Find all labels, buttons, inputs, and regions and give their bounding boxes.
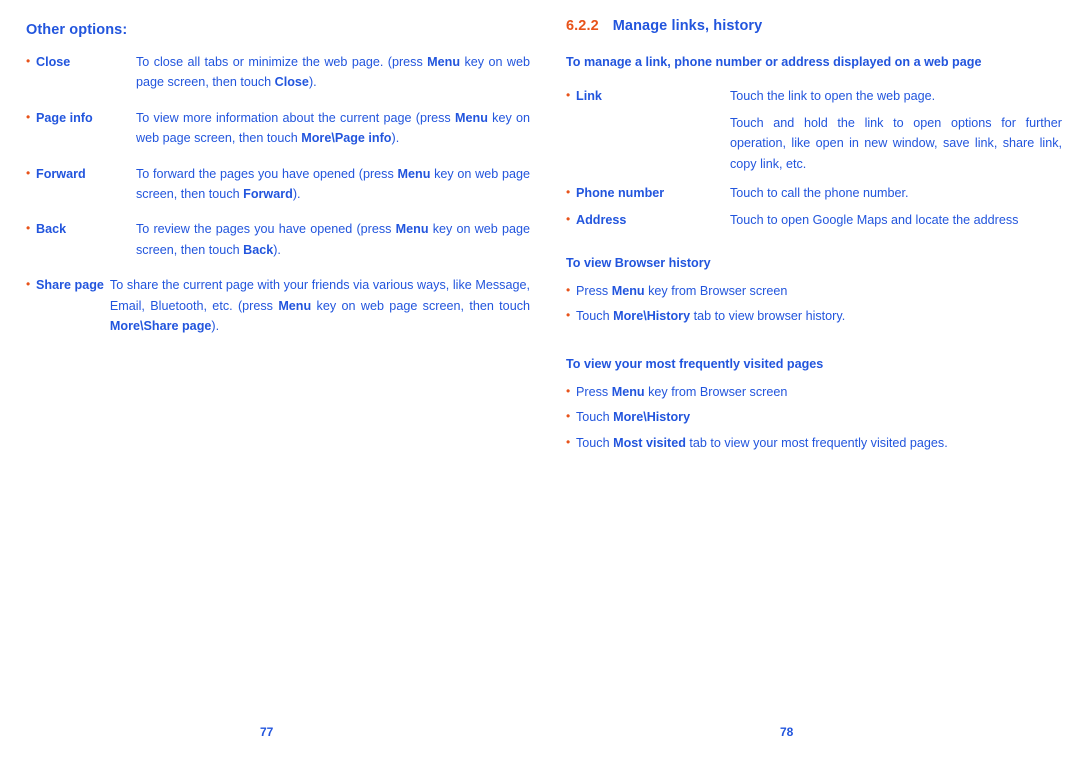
option-row-back: • Back To review the pages you have open… [26,219,530,260]
section-heading: 6.2.2 Manage links, history [566,18,1062,34]
page-number-right: 78 [780,725,794,739]
option-term-forward: Forward [36,166,86,181]
option-row-share-page: • Share page To share the current page w… [26,275,530,336]
frequent-step-text: Touch Most visited tab to view your most… [576,435,948,450]
history-step-text: Touch More\History tab to view browser h… [576,309,846,324]
option-term-back: Back [36,222,67,237]
option-definition-close: To close all tabs or minimize the web pa… [136,55,530,90]
manage-term-phone-number: Phone number [576,185,665,200]
frequent-step-text: Touch More\History [576,410,691,425]
page-left: Other options: • Close To close all tabs… [0,0,540,767]
bullet-icon: • [26,221,31,236]
manage-row-link: • Link Touch the link to open the web pa… [566,86,1062,106]
history-step-text: Press Menu key from Browser screen [576,283,788,298]
other-options-list: • Close To close all tabs or minimize th… [26,52,530,336]
bullet-icon: • [566,184,571,199]
manage-definition-address: Touch to open Google Maps and locate the… [730,213,1019,228]
bullet-icon: • [26,165,31,180]
browser-history-heading: To view Browser history [566,255,711,270]
history-step: • Press Menu key from Browser screen [566,281,1062,301]
page-right: 6.2.2 Manage links, history To manage a l… [540,0,1080,767]
frequent-step-text: Press Menu key from Browser screen [576,384,788,399]
option-definition-page-info: To view more information about the curre… [136,110,531,146]
bullet-icon: • [566,308,571,323]
option-definition-back: To review the pages you have opened (pre… [136,222,530,257]
bullet-icon: • [26,54,31,68]
page-number-left: 77 [260,725,274,739]
manage-row-link-continuation: Touch and hold the link to open options … [566,113,1062,174]
manual-two-page-spread: Other options: • Close To close all tabs… [0,0,1080,767]
other-options-heading: Other options: [26,22,128,38]
option-term-share-page: Share page [36,278,104,293]
frequently-visited-heading: To view your most frequently visited pag… [566,356,824,371]
bullet-icon: • [566,88,571,103]
bullet-icon: • [566,383,571,398]
manage-definition-link: Touch the link to open the web page. [730,89,936,104]
bullet-icon: • [566,434,571,449]
frequent-step: • Press Menu key from Browser screen [566,382,1062,402]
bullet-icon: • [26,109,31,124]
section-title: Manage links, history [612,18,763,34]
option-term-page-info: Page info [36,110,93,125]
manage-definition-link-extra: Touch and hold the link to open options … [730,115,1062,171]
manage-definition-phone-number: Touch to call the phone number. [730,185,909,200]
option-row-close: • Close To close all tabs or minimize th… [26,52,530,93]
browser-history-steps: • Press Menu key from Browser screen • T… [566,281,1062,327]
manage-links-list: • Link Touch the link to open the web pa… [566,86,1062,230]
manage-term-address: Address [576,213,627,228]
option-row-page-info: • Page info To view more information abo… [26,108,530,149]
manage-row-phone-number: • Phone number Touch to call the phone n… [566,183,1062,203]
frequent-step: • Touch Most visited tab to view your mo… [566,433,1062,453]
section-number: 6.2.2 [566,18,599,34]
bullet-icon: • [26,277,31,292]
history-step: • Touch More\History tab to view browser… [566,306,1062,326]
option-row-forward: • Forward To forward the pages you have … [26,164,530,205]
bullet-icon: • [566,212,571,227]
frequently-visited-steps: • Press Menu key from Browser screen • T… [566,382,1062,453]
manage-term-link: Link [576,89,602,104]
option-definition-forward: To forward the pages you have opened (pr… [136,166,530,201]
bullet-icon: • [566,409,571,424]
manage-links-heading: To manage a link, phone number or addres… [566,55,982,69]
bullet-icon: • [566,282,571,297]
frequent-step: • Touch More\History [566,407,1062,427]
option-term-close: Close [36,55,71,69]
option-definition-share-page: To share the current page with your frie… [109,278,530,333]
manage-row-address: • Address Touch to open Google Maps and … [566,210,1062,230]
